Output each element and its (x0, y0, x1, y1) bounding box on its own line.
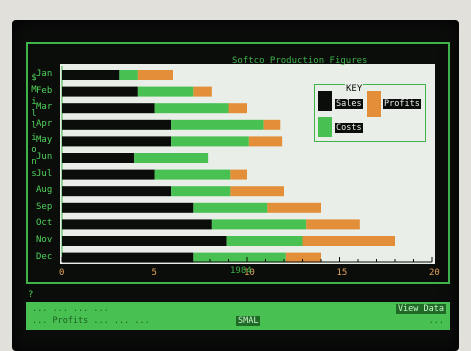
bar-costs-aug (171, 186, 231, 197)
legend-title: KEY (345, 84, 364, 94)
menu-item-row2-left[interactable]: ... Profits ... ... ... (32, 316, 150, 326)
bar-profits-apr (263, 119, 281, 130)
bar-sales-jun (62, 153, 135, 163)
bar-sales-dec (62, 252, 194, 263)
legend-swatch-profits (367, 91, 381, 117)
x-axis-title: 1984 (230, 266, 252, 276)
bar-sales-mar (62, 103, 155, 114)
bar-sales-jan (62, 70, 120, 80)
menu-item-row1-left[interactable]: ... ... ... ... (32, 304, 109, 314)
bar-profits-aug (230, 186, 284, 197)
bar-sales-may (62, 136, 172, 147)
menu-item-row2-right[interactable]: ... (429, 316, 444, 326)
bar-costs-dec (193, 252, 286, 263)
bar-sales-oct (62, 219, 212, 230)
bar-profits-jan (137, 70, 173, 80)
command-menu-bar: ... ... ... ... View Data ... Profits ..… (26, 302, 450, 330)
bar-costs-jul (154, 169, 231, 180)
bar-costs-may (171, 136, 249, 147)
bar-sales-nov (62, 236, 227, 246)
bar-profits-oct (306, 219, 360, 230)
bar-sales-jul (62, 169, 155, 180)
bar-costs-oct (211, 219, 307, 230)
legend: KEY Sales Profits Costs (314, 84, 426, 142)
bar-costs-jan (119, 70, 138, 80)
bar-sales-aug (62, 186, 172, 197)
legend-swatch-sales (318, 91, 332, 111)
x-tick-label-5: 5 (151, 268, 157, 278)
bar-sales-apr (62, 119, 172, 130)
bar-profits-nov (302, 236, 395, 246)
bar-profits-may (248, 136, 283, 147)
menu-row-1: ... ... ... ... View Data (26, 304, 450, 316)
bar-costs-sep (193, 202, 268, 213)
bar-costs-feb (137, 86, 194, 97)
menu-row-2: ... Profits ... ... ... SMAL ... (26, 316, 450, 328)
legend-label-costs: Costs (335, 123, 363, 133)
bar-profits-mar (228, 103, 247, 114)
x-tick-label-0: 0 (59, 268, 65, 278)
bar-sales-sep (62, 202, 194, 213)
x-tick-label-15: 15 (336, 268, 348, 278)
legend-label-profits: Profits (383, 99, 421, 109)
bar-chart (61, 66, 433, 263)
bar-profits-jul (230, 169, 247, 180)
bar-costs-apr (171, 119, 264, 130)
command-prompt[interactable]: ? (28, 290, 33, 300)
bar-costs-nov (226, 236, 303, 246)
bar-costs-jun (134, 153, 209, 163)
legend-swatch-costs (318, 117, 332, 137)
menu-item-view-data[interactable]: View Data (395, 304, 446, 314)
menu-item-smal[interactable]: SMAL (236, 316, 261, 326)
bar-costs-mar (154, 103, 229, 114)
bar-sales-feb (62, 86, 138, 97)
legend-label-sales: Sales (335, 99, 363, 109)
bar-profits-sep (267, 202, 321, 213)
bar-profits-feb (193, 86, 212, 97)
x-tick-label-20: 20 (429, 268, 440, 278)
bar-profits-dec (285, 252, 321, 263)
